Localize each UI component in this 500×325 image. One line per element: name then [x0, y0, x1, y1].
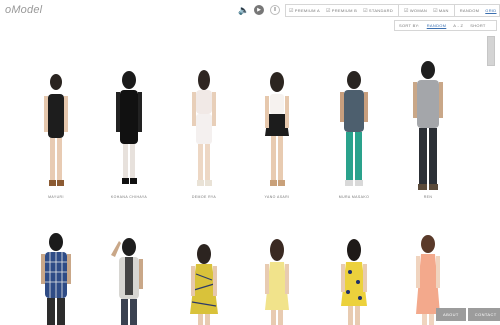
divider: [453, 5, 455, 16]
model-photo: [341, 239, 367, 325]
model-card[interactable]: [322, 238, 386, 325]
model-photo: [265, 239, 289, 325]
sort-bar: SORT BY: RANDOM A - Z SHORT: [394, 20, 497, 31]
sort-random[interactable]: RANDOM: [427, 23, 447, 28]
filter-standard[interactable]: ☑ STANDARD: [360, 5, 396, 16]
sort-a-z[interactable]: A - Z: [453, 23, 463, 28]
check-icon: ☑: [404, 7, 409, 14]
speaker-icon[interactable]: 🔈: [238, 5, 249, 15]
model-card[interactable]: [245, 238, 309, 325]
site-logo[interactable]: oModel: [5, 4, 42, 16]
model-card[interactable]: MURA MASAKO: [322, 70, 386, 199]
filter-premium-b[interactable]: ☑ PREMIUM B: [323, 5, 360, 16]
model-photo: [190, 244, 218, 325]
model-card[interactable]: DEMOE RYA: [172, 70, 236, 199]
model-photo: [413, 61, 443, 190]
model-photo: [111, 238, 143, 325]
model-photo: [265, 72, 289, 186]
model-photo: [340, 71, 368, 186]
model-card[interactable]: MAYURI: [24, 70, 88, 199]
scrollbar[interactable]: [487, 36, 495, 66]
check-icon: ☑: [363, 7, 368, 14]
sort-short[interactable]: SHORT: [470, 23, 485, 28]
model-name: YANO ASARI: [264, 195, 290, 199]
filter-premium-a[interactable]: ☑ PREMIUM A: [286, 5, 323, 16]
model-card[interactable]: [172, 244, 236, 325]
about-button[interactable]: ABOUT: [436, 308, 466, 321]
model-photo: [116, 71, 142, 184]
pause-button[interactable]: II: [270, 5, 280, 15]
view-random-button[interactable]: RANDOM: [457, 5, 483, 16]
play-button[interactable]: ▶: [254, 5, 264, 15]
model-name: DEMOE RYA: [191, 195, 217, 199]
model-card[interactable]: [24, 232, 88, 325]
filter-woman[interactable]: ☑ WOMAN: [401, 5, 430, 16]
model-photo: [192, 70, 216, 186]
model-card[interactable]: YANO ASARI: [245, 70, 309, 199]
sort-label: SORT BY:: [399, 23, 420, 28]
model-name: MURA MASAKO: [338, 195, 370, 199]
model-photo: [44, 74, 68, 186]
model-card[interactable]: KOHANA CHIHAYA: [97, 70, 161, 199]
model-name: REN: [423, 195, 433, 199]
footer-buttons: ABOUT CONTACT: [436, 308, 500, 321]
model-name: KOHANA CHIHAYA: [110, 195, 148, 199]
model-photo: [41, 233, 71, 325]
contact-button[interactable]: CONTACT: [467, 308, 500, 321]
model-card[interactable]: [97, 237, 161, 325]
model-name: MAYURI: [48, 195, 64, 199]
check-icon: ☑: [289, 7, 294, 14]
check-icon: ☑: [433, 7, 438, 14]
model-card[interactable]: REN: [396, 60, 460, 199]
view-grid-button[interactable]: GRID: [482, 5, 499, 16]
divider: [398, 5, 400, 16]
check-icon: ☑: [325, 7, 331, 14]
filter-bar: ☑ PREMIUM A ☑ PREMIUM B ☑ STANDARD ☑ WOMAN ☑…: [285, 4, 500, 17]
filter-man[interactable]: ☑ MAN: [430, 5, 452, 16]
